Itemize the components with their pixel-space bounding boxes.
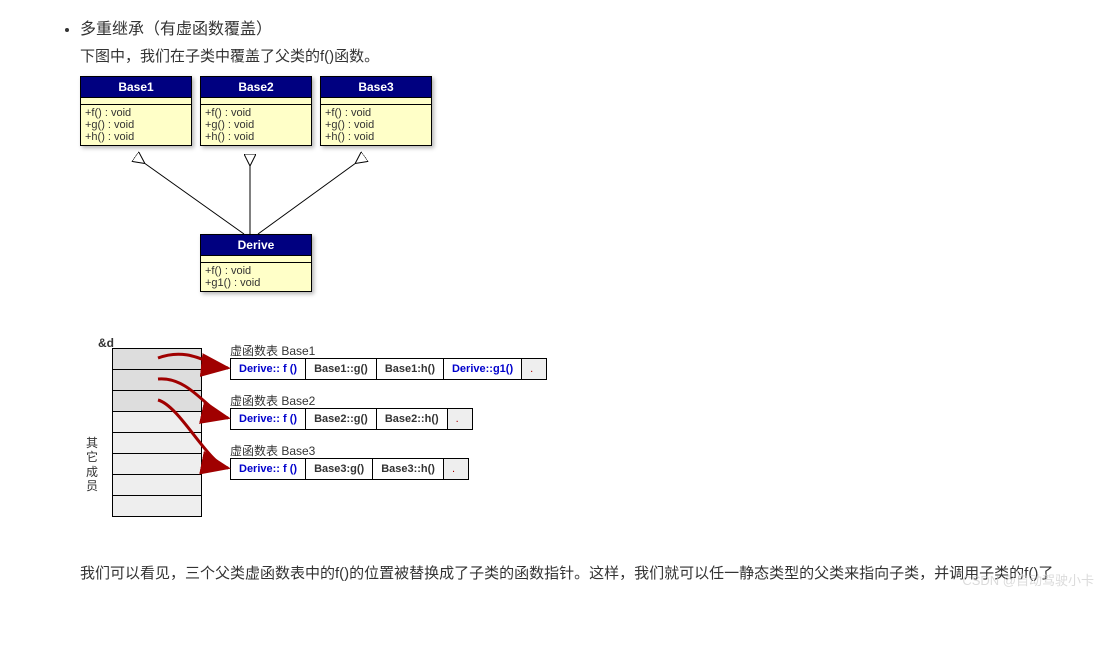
vtable-cell: Base1:h() <box>377 359 444 379</box>
vtable-cell: Base1::g() <box>306 359 377 379</box>
uml-method: +f() : void <box>325 107 427 119</box>
uml-derive-name: Derive <box>201 235 311 256</box>
vtable-label-3: 虚函数表 Base3 <box>230 442 315 459</box>
uml-base3: Base3 +f() : void +g() : void +h() : voi… <box>320 76 432 146</box>
uml-method: +f() : void <box>85 107 187 119</box>
watermark: CSDN @自动驾驶小卡 <box>962 570 1094 589</box>
vtable-cell: Base3::h() <box>373 459 444 479</box>
bullet-title: 多重继承（有虚函数覆盖） <box>80 15 1064 39</box>
vtable-row-1: Derive:: f () Base1::g() Base1:h() Deriv… <box>230 358 547 380</box>
uml-method: +g1() : void <box>205 277 307 289</box>
vtable-label-1: 虚函数表 Base1 <box>230 342 315 359</box>
uml-method: +g() : void <box>85 119 187 131</box>
uml-base3-name: Base3 <box>321 77 431 98</box>
side-label: 其它成员 <box>86 436 100 494</box>
vtable-cell: Derive:: f () <box>231 459 306 479</box>
paragraph: 我们可以看见，三个父类虚函数表中的f()的位置被替换成了子类的函数指针。这样，我… <box>80 560 1064 589</box>
vtable-cell: Base2::h() <box>377 409 448 429</box>
vtable-cell-end: . <box>448 409 472 429</box>
object-cells <box>112 348 202 517</box>
uml-method: +f() : void <box>205 107 307 119</box>
uml-base1-name: Base1 <box>81 77 191 98</box>
uml-method: +h() : void <box>85 131 187 143</box>
vtable-row-3: Derive:: f () Base3:g() Base3::h() . <box>230 458 469 480</box>
uml-diagram: Base1 +f() : void +g() : void +h() : voi… <box>80 76 1064 306</box>
uml-method: +h() : void <box>205 131 307 143</box>
vtable-cell-end: . <box>522 359 546 379</box>
vtable-cell: Derive::g1() <box>444 359 522 379</box>
vtable-label-2: 虚函数表 Base2 <box>230 392 315 409</box>
uml-base2-name: Base2 <box>201 77 311 98</box>
uml-method: +g() : void <box>325 119 427 131</box>
vtable-diagram: &d 其它成员 虚函数表 Base1 Derive:: f () Base1::… <box>80 336 1064 536</box>
uml-method: +f() : void <box>205 265 307 277</box>
uml-base2: Base2 +f() : void +g() : void +h() : voi… <box>200 76 312 146</box>
vtable-cell: Derive:: f () <box>231 409 306 429</box>
vtable-cell-end: . <box>444 459 468 479</box>
uml-derive: Derive +f() : void +g1() : void <box>200 234 312 292</box>
vtable-cell: Base2::g() <box>306 409 377 429</box>
uml-base1: Base1 +f() : void +g() : void +h() : voi… <box>80 76 192 146</box>
uml-method: +h() : void <box>325 131 427 143</box>
vtable-cell: Base3:g() <box>306 459 373 479</box>
uml-method: +g() : void <box>205 119 307 131</box>
vtable-row-2: Derive:: f () Base2::g() Base2::h() . <box>230 408 473 430</box>
bullet-subtitle: 下图中，我们在子类中覆盖了父类的f()函数。 <box>80 45 1064 66</box>
vtable-cell: Derive:: f () <box>231 359 306 379</box>
